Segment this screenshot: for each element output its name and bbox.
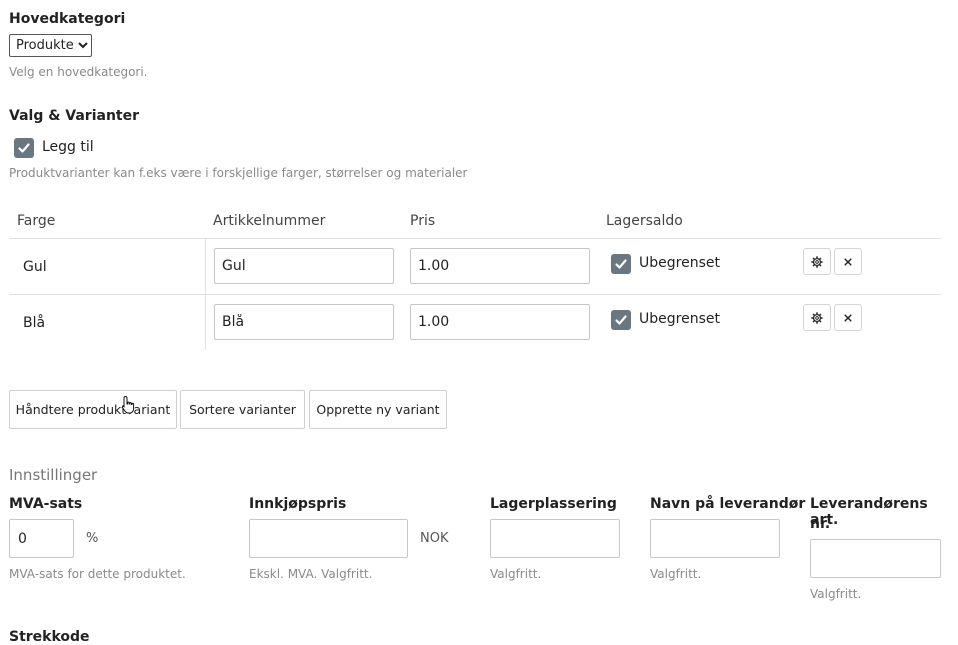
unlimited-stock-label: Ubegrenset: [639, 311, 720, 327]
vat-help: MVA-sats for dette produktet.: [9, 567, 186, 581]
close-icon: [844, 257, 852, 266]
hand-cursor-icon: [121, 395, 135, 414]
variant-settings-button[interactable]: [803, 248, 831, 275]
gear-icon: [811, 255, 823, 268]
add-variants-checkbox[interactable]: [14, 138, 34, 158]
remove-variant-button[interactable]: [834, 248, 862, 275]
variants-help: Produktvarianter kan f.eks være i forskj…: [9, 166, 468, 180]
manage-product-variant-button[interactable]: Håndtere produktvariant: [9, 390, 177, 429]
checkmark-icon: [615, 315, 627, 325]
gear-icon: [811, 311, 823, 324]
remove-variant-button[interactable]: [834, 304, 862, 331]
purchase-price-help: Ekskl. MVA. Valgfritt.: [249, 567, 373, 581]
vat-input[interactable]: [9, 519, 74, 558]
supplier-name-help: Valgfritt.: [650, 567, 702, 581]
supplier-article-input[interactable]: [810, 539, 941, 578]
supplier-name-label: Navn på leverandør: [650, 496, 806, 512]
checkmark-icon: [18, 143, 30, 153]
variant-color-cell: Gul: [23, 259, 47, 275]
column-header-stock: Lagersaldo: [606, 213, 683, 229]
column-header-color: Farge: [17, 213, 56, 229]
settings-title: Innstillinger: [9, 466, 98, 484]
article-number-input[interactable]: [214, 248, 394, 284]
main-category-select[interactable]: Produkter: [9, 34, 92, 57]
variant-settings-button[interactable]: [803, 304, 831, 331]
supplier-name-input[interactable]: [650, 519, 780, 558]
vat-label: MVA-sats: [9, 496, 83, 512]
barcode-label: Strekkode: [9, 629, 90, 645]
table-divider: [9, 294, 941, 295]
article-number-input[interactable]: [214, 304, 394, 340]
price-input[interactable]: [410, 248, 590, 284]
create-variant-button[interactable]: Opprette ny variant: [309, 390, 447, 429]
variant-color-cell: Blå: [23, 315, 46, 331]
supplier-article-label: Leverandørens art.: [810, 496, 928, 528]
vat-unit: %: [86, 531, 99, 546]
main-category-label: Hovedkategori: [9, 11, 126, 27]
stock-location-label: Lagerplassering: [490, 496, 617, 512]
purchase-price-unit: NOK: [420, 531, 449, 546]
close-icon: [844, 313, 852, 322]
supplier-article-help: Valgfritt.: [810, 587, 862, 601]
price-input[interactable]: [410, 304, 590, 340]
checkmark-icon: [615, 259, 627, 269]
purchase-price-label: Innkjøpspris: [249, 496, 347, 512]
unlimited-stock-checkbox[interactable]: [611, 310, 631, 330]
purchase-price-input[interactable]: [249, 519, 408, 558]
stock-location-help: Valgfritt.: [490, 567, 542, 581]
supplier-article-label-line2: nr.: [810, 516, 831, 532]
unlimited-stock-checkbox[interactable]: [611, 254, 631, 274]
sort-variants-button[interactable]: Sortere varianter: [180, 390, 305, 429]
main-category-help: Velg en hovedkategori.: [9, 65, 148, 79]
variants-section-title: Valg & Varianter: [9, 108, 140, 124]
add-variants-label: Legg til: [42, 139, 94, 155]
column-header-article-number: Artikkelnummer: [213, 213, 326, 229]
column-header-price: Pris: [410, 213, 436, 229]
stock-location-input[interactable]: [490, 519, 620, 558]
unlimited-stock-label: Ubegrenset: [639, 255, 720, 271]
table-divider: [9, 238, 941, 239]
table-column-divider: [205, 238, 206, 350]
